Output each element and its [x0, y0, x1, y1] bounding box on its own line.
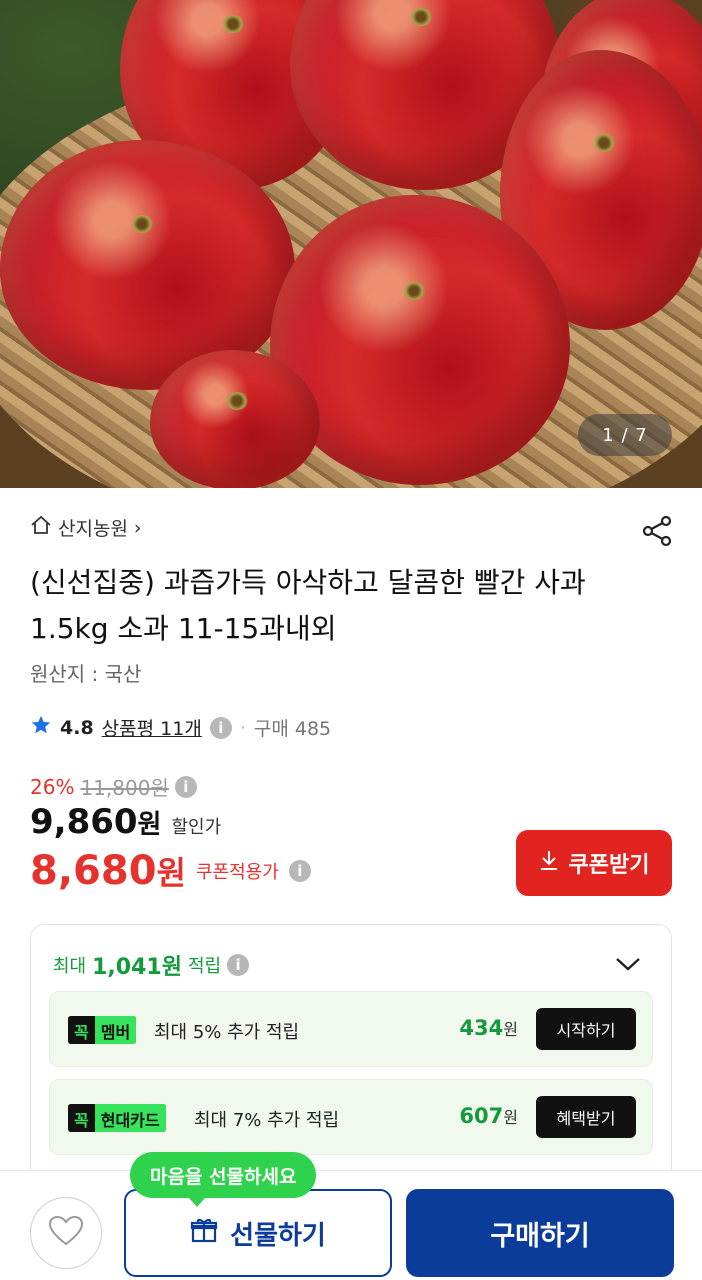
sale-label: 할인가 — [171, 817, 222, 838]
review-count-link[interactable]: 상품평 11개 — [102, 714, 202, 741]
info-icon[interactable]: i — [209, 716, 232, 739]
won-unit: 원 — [137, 810, 162, 840]
member-badge: 꼭 멤버 — [68, 1016, 137, 1044]
points-prefix: 최대 — [53, 956, 87, 977]
won-unit: 원 — [156, 854, 186, 892]
coupon-price: 8,680 — [30, 848, 157, 894]
origin-text: 원산지 : 국산 — [30, 662, 142, 686]
benefit-amount: 607원 — [459, 1104, 518, 1128]
get-benefit-button[interactable]: 혜택받기 — [536, 1096, 636, 1138]
separator: · — [239, 716, 246, 739]
product-title: (신선집중) 과즙가득 아삭하고 달콤한 빨간 사과 1.5kg 소과 11-1… — [30, 566, 586, 645]
wishlist-button[interactable] — [30, 1197, 102, 1269]
star-icon — [30, 714, 52, 741]
points-card: 최대 1,041원 적립 i 꼭 멤버 최대 5% 추가 적립 434원 시작하… — [30, 924, 672, 1184]
chevron-right-icon: › — [133, 516, 142, 539]
info-icon[interactable]: i — [174, 775, 197, 798]
home-icon — [30, 514, 52, 541]
badge-name: 멤버 — [94, 1016, 137, 1044]
benefit-member: 꼭 멤버 최대 5% 추가 적립 434원 시작하기 — [49, 991, 653, 1067]
coupon-download-button[interactable]: 쿠폰받기 — [516, 830, 672, 896]
product-image[interactable]: 1 / 7 — [0, 0, 702, 488]
benefit-hyundai-card: 꼭 현대카드 최대 7% 추가 적립 607원 혜택받기 — [49, 1079, 653, 1155]
start-button[interactable]: 시작하기 — [536, 1008, 636, 1050]
gift-button[interactable]: 선물하기 — [124, 1189, 392, 1277]
discount-rate: 26% — [30, 774, 75, 799]
coupon-price-row: 8,680원 쿠폰적용가 i — [30, 848, 311, 894]
share-icon[interactable] — [640, 514, 674, 548]
chevron-down-icon[interactable] — [615, 955, 641, 973]
sale-price: 9,860 — [30, 802, 138, 842]
benefit-amount-value: 434 — [459, 1016, 504, 1040]
card-badge: 꼭 현대카드 — [68, 1104, 166, 1132]
image-pager: 1 / 7 — [578, 414, 672, 456]
heart-icon — [48, 1215, 84, 1251]
points-suffix: 적립 — [187, 956, 222, 977]
benefit-desc: 최대 5% 추가 적립 — [154, 1022, 300, 1043]
coupon-label: 쿠폰적용가 — [195, 862, 279, 883]
gift-tooltip: 마음을 선물하세요 — [130, 1152, 317, 1207]
points-amount: 1,041원 — [92, 955, 182, 980]
buy-button[interactable]: 구매하기 — [406, 1189, 674, 1277]
info-icon[interactable]: i — [227, 954, 250, 976]
sale-price-row: 9,860원 할인가 — [30, 802, 221, 842]
discount-row: 26% 11,800원 i — [30, 772, 197, 801]
benefit-unit: 원 — [503, 1020, 518, 1039]
benefit-amount: 434원 — [459, 1016, 518, 1040]
points-header[interactable]: 최대 1,041원 적립 i — [53, 949, 250, 981]
benefit-unit: 원 — [503, 1108, 518, 1127]
bottom-action-bar: 선물하기 구매하기 — [0, 1170, 702, 1280]
download-icon — [539, 849, 559, 877]
badge-prefix: 꼭 — [68, 1104, 95, 1132]
gift-icon — [190, 1216, 218, 1251]
original-price: 11,800원 — [80, 776, 169, 800]
purchase-count: 구매 485 — [253, 718, 332, 740]
benefit-amount-value: 607 — [459, 1104, 504, 1128]
rating-row: 4.8 상품평 11개 i · 구매 485 — [30, 714, 331, 741]
gift-button-label: 선물하기 — [230, 1220, 326, 1251]
store-link[interactable]: 산지농원 › — [30, 514, 142, 541]
store-name: 산지농원 — [58, 518, 128, 540]
info-icon[interactable]: i — [288, 860, 311, 882]
badge-name: 현대카드 — [94, 1104, 166, 1132]
benefit-desc: 최대 7% 추가 적립 — [194, 1110, 340, 1131]
coupon-button-label: 쿠폰받기 — [568, 853, 650, 878]
badge-prefix: 꼭 — [68, 1016, 95, 1044]
rating-score: 4.8 — [60, 716, 94, 739]
apple — [150, 350, 320, 488]
